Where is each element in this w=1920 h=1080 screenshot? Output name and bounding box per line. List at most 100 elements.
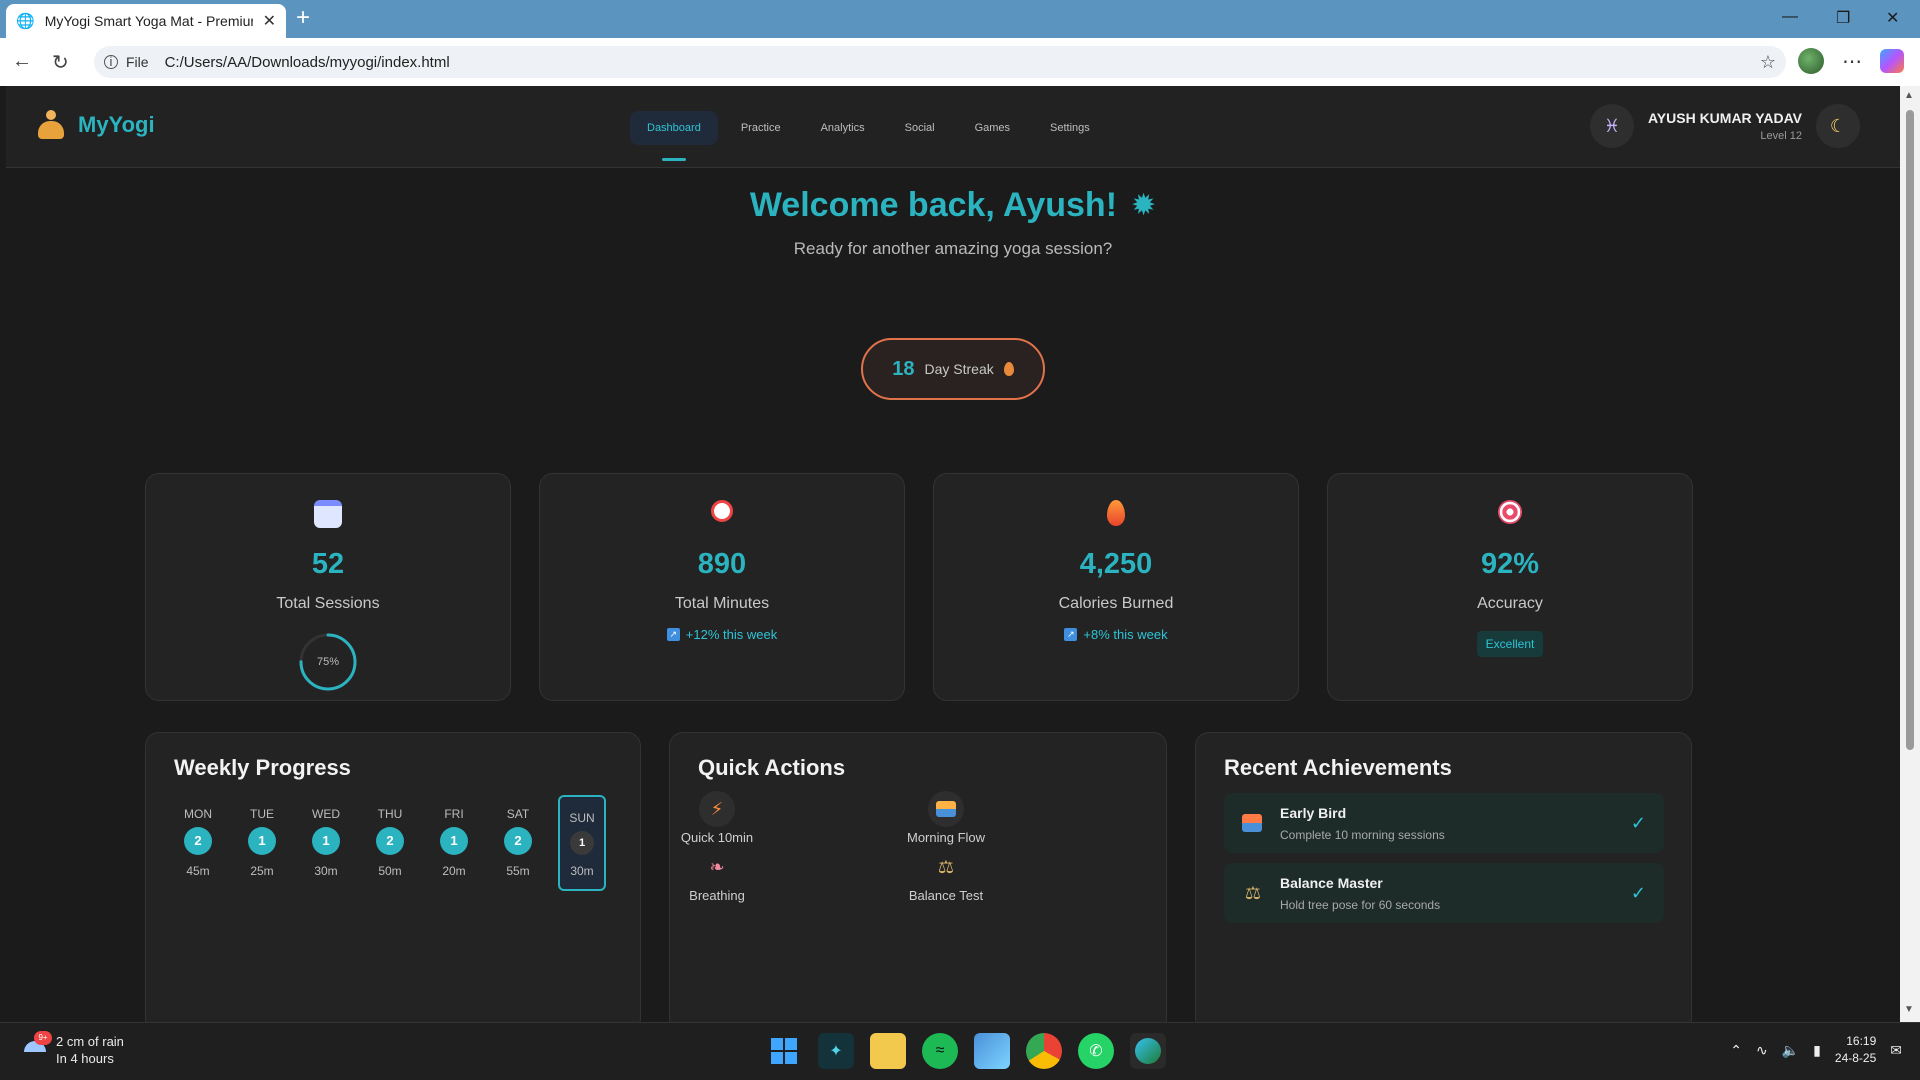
day-fri[interactable]: FRI 1 20m [430, 795, 478, 891]
accuracy-badge: Excellent [1476, 631, 1544, 657]
quick-actions-panel: Quick Actions ⚡ Quick 10min Morning Flow… [669, 732, 1167, 1022]
nav-dashboard[interactable]: Dashboard [630, 111, 718, 161]
panel-title: Weekly Progress [174, 755, 351, 780]
stat-label: Calories Burned [1058, 595, 1174, 612]
day-mon[interactable]: MON 2 45m [174, 795, 222, 891]
alarm-clock-icon [708, 500, 736, 528]
brand-name: MyYogi [78, 112, 155, 137]
recent-achievements-panel: Recent Achievements Early Bird Complete … [1195, 732, 1692, 1022]
nav-social[interactable]: Social [888, 111, 952, 145]
day-wed[interactable]: WED 1 30m [302, 795, 350, 891]
user-avatar[interactable]: ♓ [1589, 104, 1634, 148]
url-text[interactable]: C:/Users/AA/Downloads/myyogi/index.html [165, 54, 450, 71]
top-navigation: MyYogi Dashboard Practice Analytics Soci… [6, 86, 1900, 168]
chrome-icon[interactable] [1026, 1033, 1062, 1069]
nav-settings[interactable]: Settings [1033, 111, 1107, 145]
edge-icon[interactable] [1130, 1033, 1166, 1069]
moon-icon[interactable]: ☾ [1816, 104, 1860, 148]
nav-games[interactable]: Games [958, 111, 1027, 145]
day-minutes: 45m [186, 864, 210, 878]
day-minutes: 50m [378, 864, 402, 878]
browser-tab-strip: 🌐 MyYogi Smart Yoga Mat - Premium ✕ + — … [0, 0, 1920, 38]
quick-action-quick-10min[interactable]: ⚡ Quick 10min [677, 791, 757, 845]
lightning-icon: ⚡ [699, 791, 735, 827]
whatsapp-icon[interactable]: ✆ [1078, 1033, 1114, 1069]
spotify-icon[interactable]: ≈ [922, 1033, 958, 1069]
day-session-count: 1 [312, 827, 340, 855]
nav-analytics[interactable]: Analytics [804, 111, 882, 145]
butterfly-app-icon[interactable]: ✦ [818, 1033, 854, 1069]
address-bar-row: ← ↻ i File C:/Users/AA/Downloads/myyogi/… [0, 38, 1920, 86]
clock[interactable]: 16:19 24-8-25 [1835, 1033, 1876, 1067]
file-explorer-icon[interactable] [870, 1033, 906, 1069]
day-name: SUN [569, 811, 595, 825]
progress-ring-label: 75% [316, 656, 340, 668]
achievement-early-bird[interactable]: Early Bird Complete 10 morning sessions … [1224, 793, 1664, 853]
day-session-count: 1 [570, 831, 594, 855]
day-session-count: 2 [376, 827, 404, 855]
day-minutes: 30m [314, 864, 338, 878]
star-icon[interactable]: ☆ [1760, 52, 1776, 73]
sun-icon: ✹ [1131, 189, 1157, 222]
stat-value: 92% [1480, 548, 1540, 580]
trend: ↗ +12% this week [666, 627, 777, 642]
nav-practice[interactable]: Practice [724, 111, 798, 145]
tab-close-icon[interactable]: ✕ [263, 11, 276, 31]
restore-icon[interactable]: ❐ [1836, 8, 1850, 28]
weather-widget[interactable]: 9+ 2 cm of rain In 4 hours [22, 1031, 124, 1067]
scroll-thumb[interactable] [1906, 110, 1914, 750]
page-scrollbar[interactable]: ▲ ▼ [1900, 86, 1920, 1022]
reload-icon[interactable]: ↻ [52, 50, 69, 75]
quick-action-breathing[interactable]: ❧ Breathing [677, 849, 757, 903]
system-tray: ⌃ ∿ 🔈 ▮ 16:19 24-8-25 ✉ [1730, 1033, 1902, 1067]
more-icon[interactable]: ⋯ [1842, 49, 1862, 74]
day-thu[interactable]: THU 2 50m [366, 795, 414, 891]
battery-icon[interactable]: ▮ [1813, 1042, 1821, 1059]
day-streak-badge[interactable]: 18 Day Streak [861, 338, 1045, 400]
browser-tab[interactable]: 🌐 MyYogi Smart Yoga Mat - Premium ✕ [6, 4, 286, 38]
stat-label: Accuracy [1477, 595, 1543, 612]
stat-card-minutes: 890 Total Minutes ↗ +12% this week [539, 473, 905, 701]
day-session-count: 1 [440, 827, 468, 855]
photos-icon[interactable] [974, 1033, 1010, 1069]
start-icon[interactable] [766, 1033, 802, 1069]
address-bar[interactable]: i File C:/Users/AA/Downloads/myyogi/inde… [94, 46, 1786, 78]
wifi-icon[interactable]: ∿ [1756, 1042, 1768, 1059]
notification-bell-icon[interactable]: ✉ [1890, 1042, 1902, 1059]
sunrise-icon [928, 791, 964, 827]
stat-card-sessions: 52 Total Sessions 75% [145, 473, 511, 701]
file-scheme-label: File [126, 54, 149, 70]
back-icon[interactable]: ← [12, 50, 32, 73]
quick-action-morning-flow[interactable]: Morning Flow [906, 791, 986, 845]
chevron-up-icon[interactable]: ⌃ [1730, 1042, 1742, 1059]
scroll-down-icon[interactable]: ▼ [1904, 1004, 1914, 1015]
flame-icon [1003, 362, 1014, 376]
day-sat[interactable]: SAT 2 55m [494, 795, 542, 891]
day-minutes: 20m [442, 864, 466, 878]
quick-action-balance-test[interactable]: ⚖ Balance Test [906, 849, 986, 903]
lungs-icon: ❧ [709, 856, 725, 877]
day-sun-today[interactable]: SUN 1 30m [558, 795, 606, 891]
stat-label: Total Sessions [276, 595, 380, 612]
info-icon[interactable]: i [104, 55, 118, 69]
day-minutes: 30m [570, 864, 594, 878]
copilot-icon[interactable] [1880, 49, 1904, 73]
brand[interactable]: MyYogi [38, 110, 155, 140]
new-tab-button[interactable]: + [296, 6, 310, 30]
sunrise-icon [1242, 814, 1264, 832]
trend-text: +8% this week [1083, 627, 1168, 642]
close-window-icon[interactable]: ✕ [1886, 8, 1899, 28]
volume-icon[interactable]: 🔈 [1782, 1042, 1799, 1059]
scroll-up-icon[interactable]: ▲ [1904, 90, 1914, 101]
achievement-balance-master[interactable]: ⚖ Balance Master Hold tree pose for 60 s… [1224, 863, 1664, 923]
day-name: WED [312, 807, 340, 821]
day-tue[interactable]: TUE 1 25m [238, 795, 286, 891]
taskbar-apps: ✦ ≈ ✆ [766, 1033, 1166, 1069]
day-name: TUE [250, 807, 274, 821]
minimize-icon[interactable]: — [1782, 8, 1798, 26]
achievement-desc: Hold tree pose for 60 seconds [1280, 897, 1441, 912]
achievement-title: Balance Master [1280, 874, 1383, 891]
panel-title: Quick Actions [698, 755, 846, 780]
welcome-hero: Welcome back, Ayush! ✹ Ready for another… [6, 186, 1900, 259]
profile-avatar[interactable] [1798, 48, 1824, 74]
